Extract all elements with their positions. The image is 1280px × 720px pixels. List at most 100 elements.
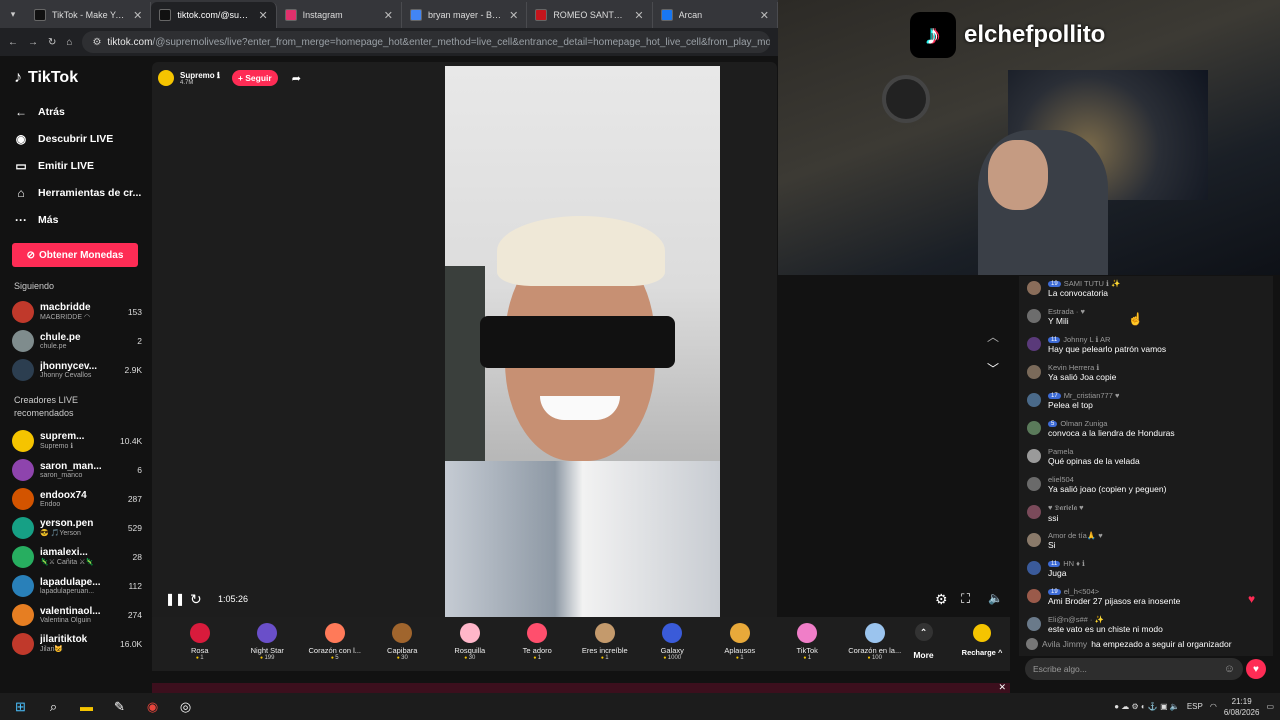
avatar[interactable] — [1027, 505, 1041, 519]
chat-username[interactable]: eliel504 — [1048, 475, 1074, 484]
file-explorer-icon[interactable]: ▬ — [70, 693, 103, 720]
browser-tab[interactable]: TikTok - Make Your Day ✕ — [26, 2, 152, 28]
share-icon[interactable]: ➦ — [292, 72, 301, 85]
avatar[interactable] — [1027, 393, 1041, 407]
gift-item[interactable]: Eres increíble1 — [571, 617, 639, 661]
window-menu-icon[interactable]: ▾ — [0, 0, 26, 28]
gift-item[interactable]: Te adoro1 — [504, 617, 572, 661]
gift-item[interactable]: Rosa1 — [166, 617, 234, 661]
nav-item-more[interactable]: ··· Más — [8, 206, 142, 233]
notification-icon[interactable]: ▭ — [1266, 702, 1274, 711]
chat-input[interactable]: Escribe algo... ☺ — [1025, 658, 1243, 680]
chat-username[interactable]: Kevin Herrera ℹ — [1048, 363, 1099, 372]
account-item[interactable]: chule.pe chule.pe 2 — [8, 326, 142, 355]
app-icon[interactable]: ✎ — [103, 693, 136, 720]
refresh-icon[interactable]: ↻ — [190, 591, 202, 608]
gift-item[interactable]: Corazón con l...5 — [301, 617, 369, 661]
chat-username[interactable]: ♥ 𝕯𝖆𝖗𝖎𝖊𝖑𝖆 ♥ — [1048, 503, 1084, 513]
host-name[interactable]: Supremo ℹ — [180, 71, 220, 80]
avatar[interactable] — [1027, 421, 1041, 435]
chat-username[interactable]: Mr_cristian777 ♥ — [1064, 391, 1120, 400]
account-item[interactable]: jhonnycev... Jhonny Cevallos 2.9K — [8, 355, 142, 384]
chat-username[interactable]: HN ♦ ℹ — [1063, 559, 1085, 568]
account-item[interactable]: suprem... Supremo ℹ 10.4K — [8, 426, 142, 455]
browser-tab[interactable]: Arcan ✕ — [653, 2, 778, 28]
tray-icons[interactable]: ● ☁ ⚙ ◐ ⚓ ▣ 🔈 — [1114, 702, 1180, 711]
chevron-up-icon[interactable]: ︿ — [987, 328, 999, 345]
obs-icon[interactable]: ◎ — [169, 693, 202, 720]
close-icon[interactable]: ✕ — [509, 9, 518, 22]
gift-item[interactable]: Galaxy1000 — [639, 617, 707, 661]
search-icon[interactable]: ⌕ — [37, 693, 70, 720]
close-icon[interactable]: ✕ — [998, 682, 1006, 693]
settings-icon[interactable]: ⚙ — [935, 591, 948, 608]
nav-item-back[interactable]: ← Atrás — [8, 98, 142, 125]
chat-username[interactable]: Johnny L ℹ AR — [1063, 335, 1110, 344]
like-button[interactable]: ♥ — [1246, 659, 1266, 679]
gift-item[interactable]: TikTok1 — [774, 617, 842, 661]
gift-item[interactable]: Capibara30 — [369, 617, 437, 661]
chat-username[interactable]: Amor de tía🙏 ♥ — [1048, 531, 1103, 540]
account-item[interactable]: yerson.pen 😎 🎵Yerson 529 — [8, 513, 142, 542]
volume-icon[interactable]: 🔈 — [988, 591, 1003, 605]
address-bar[interactable]: ⚙ tiktok.com/@supremolives/live?enter_fr… — [82, 31, 770, 53]
get-coins-button[interactable]: ⊘ Obtener Monedas — [12, 243, 138, 267]
account-item[interactable]: iamalexi... 🦎⚔ Cañita ⚔🦎 28 — [8, 542, 142, 571]
wifi-icon[interactable]: ◠ — [1210, 702, 1217, 711]
host-avatar[interactable] — [158, 70, 174, 86]
follow-button[interactable]: + Seguir — [231, 70, 278, 86]
home-icon[interactable]: ⌂ — [66, 37, 72, 48]
account-item[interactable]: endoox74 Endoo 287 — [8, 484, 142, 513]
avatar[interactable] — [1027, 533, 1041, 547]
avatar[interactable] — [1027, 477, 1041, 491]
browser-tab[interactable]: tiktok.com/@supremo ✕ — [151, 2, 277, 28]
avatar[interactable] — [1027, 589, 1041, 603]
nav-item-go-live[interactable]: ▭ Emitir LIVE — [8, 152, 142, 179]
browser-tab[interactable]: ROMEO SANTOS PRINCE ✕ — [527, 2, 653, 28]
gift-item[interactable]: Corazón en la...100 — [841, 617, 909, 661]
nav-item-discover-live[interactable]: ◉ Descubrir LIVE — [8, 125, 142, 152]
account-item[interactable]: saron_man... saron_manco 6 — [8, 455, 142, 484]
gift-item[interactable]: Rosquilla30 — [436, 617, 504, 661]
back-arrow-icon[interactable]: ← — [8, 37, 18, 48]
tiktok-logo[interactable]: ♪ TikTok — [8, 58, 142, 98]
gift-item[interactable]: Night Star199 — [234, 617, 302, 661]
close-icon[interactable]: ✕ — [384, 9, 393, 22]
chat-username[interactable]: el_h<504> — [1064, 587, 1099, 596]
browser-tab[interactable]: Instagram ✕ — [277, 2, 402, 28]
gift-item[interactable]: Aplausos1 — [706, 617, 774, 661]
close-icon[interactable]: ✕ — [133, 9, 142, 22]
account-item[interactable]: lapadulape... lapadulaperuan... 112 — [8, 571, 142, 600]
chevron-down-icon[interactable]: ﹀ — [987, 360, 999, 377]
clock[interactable]: 21:19 6/08/2026 — [1224, 696, 1260, 718]
close-icon[interactable]: ✕ — [760, 9, 769, 22]
avatar[interactable] — [1027, 309, 1041, 323]
chat-username[interactable]: Estrada · ♥ — [1048, 307, 1085, 316]
avatar[interactable] — [1027, 281, 1041, 295]
avatar[interactable] — [1027, 449, 1041, 463]
fullscreen-icon[interactable]: ⛶ — [961, 591, 970, 607]
chat-username[interactable]: Olman Zuniga — [1060, 419, 1107, 428]
avatar[interactable] — [1027, 365, 1041, 379]
avatar[interactable] — [1027, 337, 1041, 351]
recharge-button[interactable]: Recharge ^ — [958, 624, 1006, 657]
browser-tab[interactable]: bryan mayer - Buscar con ✕ — [402, 2, 528, 28]
account-item[interactable]: valentinaol... Valentina Olguin 274 — [8, 600, 142, 629]
more-gifts-button[interactable]: ⌃ More — [909, 617, 939, 660]
nav-item-creator-tools[interactable]: ⌂ Herramientas de cr... — [8, 179, 142, 206]
windows-start-icon[interactable]: ⊞ — [4, 693, 37, 720]
pause-icon[interactable]: ❚❚ — [165, 592, 185, 606]
site-info-icon[interactable]: ⚙ — [92, 37, 101, 48]
forward-arrow-icon[interactable]: → — [28, 37, 38, 48]
account-item[interactable]: jilaritiktok Jilari😺 16.0K — [8, 629, 142, 658]
chat-username[interactable]: SAMI TUTU ℹ ✨ — [1064, 279, 1121, 288]
avatar[interactable] — [1027, 617, 1041, 631]
chat-username[interactable]: Eli@n@s## · ✨ — [1048, 615, 1104, 624]
close-icon[interactable]: ✕ — [258, 9, 267, 22]
language-indicator[interactable]: ESP — [1187, 702, 1203, 711]
close-icon[interactable]: ✕ — [634, 9, 643, 22]
emoji-icon[interactable]: ☺ — [1224, 663, 1235, 675]
avatar[interactable] — [1027, 561, 1041, 575]
reload-icon[interactable]: ↻ — [48, 37, 56, 48]
chat-username[interactable]: Pamela — [1048, 447, 1073, 456]
